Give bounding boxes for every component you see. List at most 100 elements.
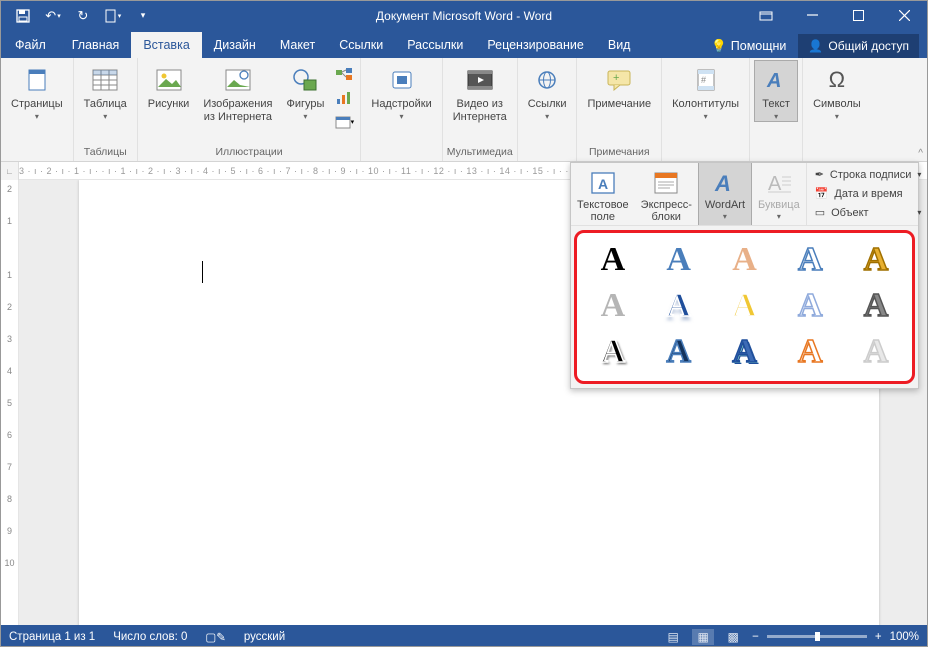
table-label: Таблица bbox=[84, 98, 127, 111]
zoom-in-icon[interactable]: + bbox=[875, 631, 882, 643]
smartart-icon[interactable] bbox=[332, 62, 356, 86]
group-headers-label bbox=[666, 144, 745, 161]
dropcap-button[interactable]: A Буквица ▾ bbox=[752, 163, 806, 225]
zoom-out-icon[interactable]: − bbox=[752, 631, 759, 643]
zoom-slider[interactable] bbox=[767, 635, 867, 638]
comment-icon: + bbox=[603, 64, 635, 96]
tab-file[interactable]: Файл bbox=[1, 32, 60, 58]
tab-view[interactable]: Вид bbox=[596, 32, 643, 58]
tab-design[interactable]: Дизайн bbox=[202, 32, 268, 58]
spellcheck-icon[interactable]: ▢✎ bbox=[205, 630, 226, 644]
status-words[interactable]: Число слов: 0 bbox=[113, 631, 187, 643]
calendar-icon: 📅 bbox=[815, 187, 829, 200]
online-pictures-label: Изображения из Интернета bbox=[203, 98, 272, 123]
qat-customize-icon[interactable]: ▾ bbox=[129, 4, 157, 28]
wordart-style-10[interactable]: А bbox=[854, 289, 898, 323]
wordart-style-1[interactable]: А bbox=[591, 243, 635, 277]
video-icon bbox=[464, 64, 496, 96]
save-icon[interactable] bbox=[9, 4, 37, 28]
datetime-label: Дата и время bbox=[834, 188, 902, 200]
links-button[interactable]: Ссылки ▾ bbox=[522, 60, 573, 121]
share-button[interactable]: 👤Общий доступ bbox=[798, 34, 919, 58]
bulb-icon: 💡 bbox=[711, 39, 727, 54]
signature-icon: ✒ bbox=[815, 168, 824, 181]
wordart-style-2[interactable]: А bbox=[657, 243, 701, 277]
collapse-ribbon-icon[interactable]: ^ bbox=[918, 148, 923, 159]
group-text: A Текст ▾ bbox=[750, 58, 803, 161]
print-layout-icon[interactable]: ▦ bbox=[692, 629, 714, 645]
minimize-icon[interactable] bbox=[789, 1, 835, 30]
wordart-button[interactable]: A WordArt ▾ bbox=[698, 163, 752, 225]
object-label: Объект bbox=[831, 207, 868, 219]
window-title: Документ Microsoft Word - Word bbox=[376, 9, 552, 23]
group-headers: # Колонтитулы ▾ bbox=[662, 58, 750, 161]
titlebar: ↶▾ ↻ ▾ ▾ Документ Microsoft Word - Word bbox=[1, 1, 927, 30]
ruler-h-marks: 3 · ı · 2 · ı · 1 · ı · · ı · 1 · ı · 2 … bbox=[19, 166, 608, 176]
screenshot-icon[interactable]: ▾ bbox=[332, 110, 356, 134]
text-label: Текст bbox=[762, 98, 790, 111]
new-doc-icon[interactable]: ▾ bbox=[99, 4, 127, 28]
chart-icon[interactable] bbox=[332, 86, 356, 110]
text-icon: A bbox=[760, 64, 792, 96]
object-button[interactable]: ▭Объект▾ bbox=[813, 205, 924, 220]
wordart-style-8[interactable]: А bbox=[723, 289, 767, 323]
comment-button[interactable]: + Примечание bbox=[581, 60, 657, 111]
chevron-down-icon: ▾ bbox=[35, 112, 39, 121]
signature-line-button[interactable]: ✒Строка подписи▾ bbox=[813, 167, 924, 182]
status-language[interactable]: русский bbox=[244, 631, 285, 643]
online-video-button[interactable]: Видео из Интернета bbox=[447, 60, 513, 123]
wordart-style-4[interactable]: А bbox=[788, 243, 832, 277]
datetime-button[interactable]: 📅 Дата и время bbox=[813, 186, 924, 201]
tab-references[interactable]: Ссылки bbox=[327, 32, 395, 58]
group-pages-label bbox=[5, 144, 69, 161]
wordart-style-3[interactable]: А bbox=[723, 243, 767, 277]
online-pictures-button[interactable]: Изображения из Интернета bbox=[197, 60, 278, 123]
tell-me[interactable]: 💡Помощни bbox=[703, 35, 794, 58]
pictures-button[interactable]: Рисунки bbox=[142, 60, 196, 111]
tab-insert[interactable]: Вставка bbox=[131, 32, 201, 58]
wordart-style-12[interactable]: А bbox=[657, 335, 701, 369]
vertical-ruler[interactable]: 2112345678910 bbox=[1, 180, 19, 625]
tab-layout[interactable]: Макет bbox=[268, 32, 327, 58]
share-label: Общий доступ bbox=[828, 39, 909, 53]
table-button[interactable]: Таблица ▾ bbox=[78, 60, 133, 121]
shapes-button[interactable]: Фигуры ▾ bbox=[280, 60, 330, 121]
symbols-button[interactable]: Ω Символы ▾ bbox=[807, 60, 867, 121]
quickparts-label: Экспресс- блоки bbox=[641, 199, 692, 223]
quickparts-icon bbox=[650, 167, 682, 199]
read-mode-icon[interactable]: ▤ bbox=[662, 629, 684, 645]
maximize-icon[interactable] bbox=[835, 1, 881, 30]
wordart-style-13[interactable]: А bbox=[723, 335, 767, 369]
ribbon-options-icon[interactable] bbox=[743, 1, 789, 30]
wordart-style-5[interactable]: А bbox=[854, 243, 898, 277]
wordart-style-7[interactable]: А bbox=[657, 289, 701, 323]
text-button[interactable]: A Текст ▾ bbox=[754, 60, 798, 122]
wordart-style-14[interactable]: А bbox=[788, 335, 832, 369]
dropcap-label: Буквица bbox=[758, 199, 800, 211]
signature-label: Строка подписи bbox=[830, 169, 911, 181]
zoom-level[interactable]: 100% bbox=[890, 631, 919, 643]
textbox-button[interactable]: A Текстовое поле bbox=[571, 163, 635, 225]
wordart-style-11[interactable]: А bbox=[591, 335, 635, 369]
addins-button[interactable]: Надстройки ▾ bbox=[365, 60, 437, 121]
headers-button[interactable]: # Колонтитулы ▾ bbox=[666, 60, 745, 121]
wordart-style-15[interactable]: А bbox=[854, 335, 898, 369]
pages-button[interactable]: Страницы ▾ bbox=[5, 60, 69, 121]
quickparts-button[interactable]: Экспресс- блоки bbox=[635, 163, 698, 225]
chevron-down-icon: ▾ bbox=[303, 112, 307, 121]
tab-home[interactable]: Главная bbox=[60, 32, 132, 58]
wordart-style-6[interactable]: А bbox=[591, 289, 635, 323]
addins-label: Надстройки bbox=[371, 98, 431, 111]
wordart-icon: A bbox=[709, 167, 741, 199]
statusbar: Страница 1 из 1 Число слов: 0 ▢✎ русский… bbox=[1, 625, 927, 647]
status-page[interactable]: Страница 1 из 1 bbox=[9, 631, 95, 643]
close-icon[interactable] bbox=[881, 1, 927, 30]
tab-review[interactable]: Рецензирование bbox=[475, 32, 596, 58]
tab-mailings[interactable]: Рассылки bbox=[395, 32, 475, 58]
headers-icon: # bbox=[690, 64, 722, 96]
undo-icon[interactable]: ↶▾ bbox=[39, 4, 67, 28]
wordart-style-9[interactable]: А bbox=[788, 289, 832, 323]
redo-icon[interactable]: ↻ bbox=[69, 4, 97, 28]
svg-text:A: A bbox=[766, 70, 781, 91]
web-layout-icon[interactable]: ▩ bbox=[722, 629, 744, 645]
